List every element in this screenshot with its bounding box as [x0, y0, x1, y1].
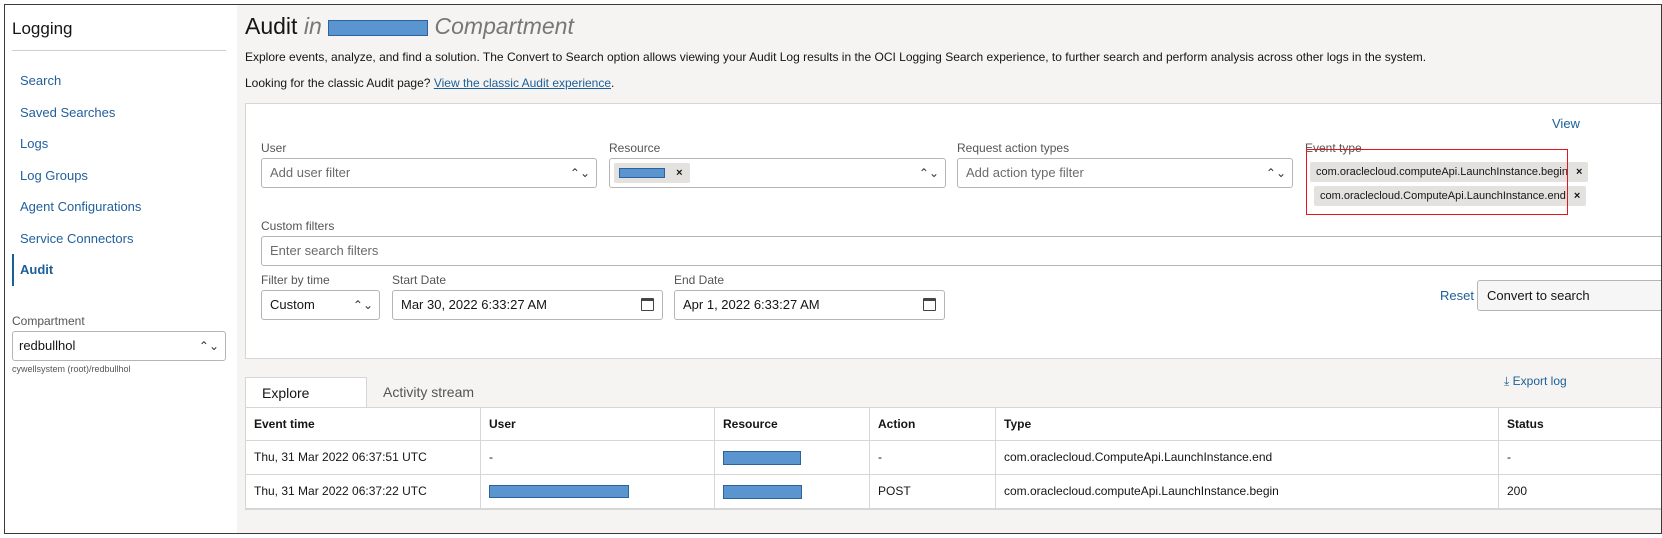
sidebar-item-agent-configurations[interactable]: Agent Configurations: [12, 191, 226, 223]
cell-type: com.oraclecloud.computeApi.LaunchInstanc…: [996, 475, 1499, 508]
chip-remove-icon[interactable]: ×: [1576, 166, 1582, 178]
end-date-value: Apr 1, 2022 6:33:27 AM: [683, 297, 820, 312]
redacted-resource: [723, 484, 802, 499]
custom-filters-placeholder: Enter search filters: [270, 243, 379, 258]
action-filter-select[interactable]: Add action type filter ⌃⌄: [957, 158, 1293, 188]
filter-by-time-label: Filter by time: [261, 273, 330, 287]
cell-resource: [715, 475, 870, 508]
chip-remove-icon[interactable]: ×: [1574, 190, 1580, 202]
filter-panel: View User Add user filter ⌃⌄ Resource × …: [245, 103, 1661, 359]
download-icon: ⤓: [1504, 374, 1510, 388]
resource-chip[interactable]: ×: [614, 163, 690, 183]
table-row[interactable]: Thu, 31 Mar 2022 06:37:51 UTC - - com.or…: [246, 441, 1661, 475]
page-title-suffix: Compartment: [434, 13, 574, 39]
sidebar-nav: Search Saved Searches Logs Log Groups Ag…: [12, 65, 226, 286]
main-content: Audit in Compartment Explore events, ana…: [237, 5, 1661, 533]
cell-status: -: [1507, 450, 1511, 464]
page-description: Explore events, analyze, and find a solu…: [245, 50, 1427, 64]
cell-event-time: Thu, 31 Mar 2022 06:37:51 UTC: [246, 441, 481, 474]
sidebar: Logging Search Saved Searches Logs Log G…: [5, 5, 237, 533]
tab-activity-stream[interactable]: Activity stream: [367, 377, 490, 408]
compartment-label: Compartment: [12, 314, 85, 328]
redacted-compartment-name: [328, 19, 429, 36]
select-chevron-icon: ⌃⌄: [1265, 166, 1286, 180]
calendar-icon[interactable]: [641, 298, 654, 311]
view-link[interactable]: View: [1552, 116, 1580, 131]
events-table: Event time User Resource Action Type Sta…: [245, 407, 1661, 510]
custom-filters-input[interactable]: Enter search filters: [261, 236, 1661, 266]
sidebar-item-logs[interactable]: Logs: [12, 128, 226, 160]
classic-suffix: .: [611, 76, 615, 90]
table-header-row: Event time User Resource Action Type Sta…: [246, 408, 1661, 441]
page-title: Audit in Compartment: [245, 13, 574, 40]
convert-to-search-button[interactable]: Convert to search: [1477, 280, 1661, 311]
column-header-type[interactable]: Type: [996, 408, 1499, 440]
select-chevron-icon: ⌃⌄: [918, 166, 939, 180]
start-date-value: Mar 30, 2022 6:33:27 AM: [401, 297, 547, 312]
column-header-user[interactable]: User: [481, 408, 715, 440]
export-log-button[interactable]: ⤓ Export log: [1504, 374, 1567, 389]
user-filter-placeholder: Add user filter: [270, 165, 351, 180]
filter-by-time-select[interactable]: Custom ⌃⌄: [261, 290, 380, 320]
page-title-text: Audit: [245, 13, 298, 39]
event-type-highlight-box: [1306, 149, 1568, 215]
filter-by-time-value: Custom: [270, 297, 315, 312]
sidebar-item-log-groups[interactable]: Log Groups: [12, 160, 226, 192]
sidebar-item-saved-searches[interactable]: Saved Searches: [12, 97, 226, 129]
start-date-label: Start Date: [392, 273, 447, 287]
user-filter-select[interactable]: Add user filter ⌃⌄: [261, 158, 597, 188]
end-date-input[interactable]: Apr 1, 2022 6:33:27 AM: [674, 290, 945, 320]
column-header-status[interactable]: Status: [1499, 408, 1661, 440]
redacted-resource: [619, 168, 665, 179]
cell-user: -: [481, 441, 715, 474]
export-log-label: Export log: [1512, 374, 1567, 388]
classic-audit-note: Looking for the classic Audit page? View…: [245, 76, 614, 90]
calendar-icon[interactable]: [923, 298, 936, 311]
resource-filter-label: Resource: [609, 141, 661, 155]
reset-button[interactable]: Reset: [1440, 288, 1474, 303]
table-row[interactable]: Thu, 31 Mar 2022 06:37:22 UTC POST com.o…: [246, 475, 1661, 509]
cell-status: 200: [1507, 484, 1528, 498]
page-title-in: in: [303, 13, 322, 39]
classic-prefix: Looking for the classic Audit page?: [245, 76, 431, 90]
action-filter-label: Request action types: [957, 141, 1070, 155]
cell-resource: [715, 441, 870, 474]
select-chevron-icon: ⌃⌄: [569, 166, 590, 180]
column-header-resource[interactable]: Resource: [715, 408, 870, 440]
compartment-path: cywellsystem (root)/redbullhol: [12, 364, 131, 374]
chip-remove-icon[interactable]: ×: [676, 167, 682, 179]
resource-filter-select[interactable]: × ⌃⌄: [609, 158, 946, 188]
compartment-value: redbullhol: [19, 338, 76, 353]
cell-action: POST: [870, 475, 996, 508]
select-chevron-icon: ⌃⌄: [352, 298, 373, 312]
app-window: Logging Search Saved Searches Logs Log G…: [4, 4, 1662, 534]
sidebar-item-audit[interactable]: Audit: [12, 254, 226, 286]
custom-filters-label: Custom filters: [261, 219, 335, 233]
sidebar-item-search[interactable]: Search: [12, 65, 226, 97]
start-date-input[interactable]: Mar 30, 2022 6:33:27 AM: [392, 290, 663, 320]
cell-type: com.oraclecloud.ComputeApi.LaunchInstanc…: [996, 441, 1499, 474]
action-filter-placeholder: Add action type filter: [966, 165, 1084, 180]
sidebar-item-service-connectors[interactable]: Service Connectors: [12, 223, 226, 255]
user-filter-label: User: [261, 141, 287, 155]
classic-audit-link[interactable]: View the classic Audit experience: [434, 76, 611, 90]
cell-user: [481, 475, 715, 508]
cell-event-time: Thu, 31 Mar 2022 06:37:22 UTC: [246, 475, 481, 508]
compartment-select[interactable]: redbullhol ⌃⌄: [12, 331, 226, 361]
column-header-action[interactable]: Action: [870, 408, 996, 440]
redacted-user: [489, 485, 629, 499]
select-chevron-icon: ⌃⌄: [198, 339, 219, 353]
tab-explore-events[interactable]: Explore events: [245, 377, 367, 431]
redacted-resource: [723, 450, 801, 465]
end-date-label: End Date: [674, 273, 725, 287]
sidebar-title: Logging: [12, 19, 73, 38]
column-header-event-time[interactable]: Event time: [246, 408, 481, 440]
cell-action: -: [870, 441, 996, 474]
sidebar-divider: [12, 50, 226, 51]
